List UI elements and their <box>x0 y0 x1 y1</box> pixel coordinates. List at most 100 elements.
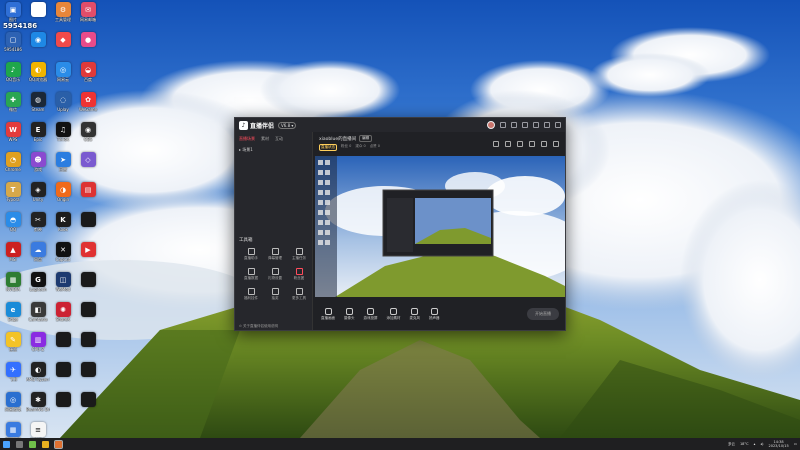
desktop-icon[interactable] <box>76 272 100 302</box>
user-avatar[interactable] <box>487 121 495 129</box>
go-live-button[interactable]: 开始直播 <box>527 308 559 320</box>
help-link[interactable]: ⊙ 关于直播伴侣使用说明 <box>239 324 278 329</box>
live-app-taskbar-icon[interactable] <box>54 439 63 449</box>
tab-scenes[interactable]: 直播场景 <box>239 136 255 142</box>
desktop-icon[interactable]: ♫ TikTok <box>51 122 75 152</box>
cart-icon[interactable] <box>517 141 523 147</box>
desktop-icon[interactable]: ◫ WeMod <box>51 272 75 302</box>
desktop-icon[interactable]: ◇ <box>76 152 100 182</box>
more-icon[interactable] <box>553 141 559 147</box>
tool-data[interactable]: 直播数据 <box>239 268 263 281</box>
desktop-icon[interactable]: ✺ ShareX <box>51 302 75 332</box>
desktop-icon[interactable]: ➤ 迅雷 <box>51 152 75 182</box>
edit-room-button[interactable]: 编辑 <box>359 135 373 142</box>
tool-gifts[interactable]: 礼物设置 <box>263 268 287 281</box>
desktop-icon[interactable]: ◉ <box>26 32 50 62</box>
desktop-icon[interactable]: ◧ Camtasia <box>26 302 50 332</box>
desktop-icon[interactable]: ◉ OBS <box>76 122 100 152</box>
desktop-icon[interactable] <box>76 332 100 362</box>
clock[interactable]: 14:38 2023/10/15 <box>769 440 789 448</box>
desktop-icon[interactable]: ▣ 图片 <box>1 2 25 32</box>
ctrl-screen[interactable]: 直播画面 <box>321 307 335 321</box>
tab-materials[interactable]: 素材 <box>261 136 269 142</box>
desktop-icon[interactable]: ♪ QQ音乐 <box>1 62 25 92</box>
app-title-bar[interactable]: ♪ 直播伴侣 V6.8 ▾ <box>235 118 565 132</box>
taskbar-app-icon[interactable] <box>29 440 36 448</box>
desktop-icon[interactable]: ◓ QQ <box>1 212 25 242</box>
desktop-icon[interactable]: e Edge <box>1 302 25 332</box>
desktop-icon[interactable] <box>51 362 75 392</box>
desktop-icon[interactable]: ☻ 游戏 <box>26 152 50 182</box>
desktop-icon[interactable]: G Logitech <box>26 272 50 302</box>
desktop-icon[interactable]: ◑ Origin <box>51 182 75 212</box>
desktop-icon[interactable]: ▤ <box>76 182 100 212</box>
settings-icon[interactable] <box>511 122 517 128</box>
tool-more[interactable]: 更多工具 <box>287 288 311 301</box>
desktop-icon[interactable]: ⚙ 工具管理 <box>51 2 75 32</box>
desktop-icon[interactable]: ▥ CPU-Z <box>26 332 50 362</box>
desktop-icon[interactable]: ● <box>76 32 100 62</box>
chart-icon[interactable] <box>529 141 535 147</box>
ctrl-add-material[interactable]: 添加素材 <box>387 307 401 321</box>
tool-danmaku[interactable]: 弹幕管理 <box>263 248 287 261</box>
ctrl-camera[interactable]: 摄像头 <box>344 307 355 321</box>
desktop-icon[interactable]: ☁ 网盘 <box>26 242 50 272</box>
tool-fans[interactable]: 粉丝团 <box>287 268 311 281</box>
network-icon[interactable]: ▴ <box>754 442 756 446</box>
gift-icon[interactable] <box>505 141 511 147</box>
desktop-icon[interactable]: ▲ MSI <box>1 242 25 272</box>
desktop-icon[interactable] <box>76 302 100 332</box>
desktop-icon[interactable]: ▶ <box>76 242 100 272</box>
desktop-icon[interactable]: ✉ 网易邮箱 <box>76 2 100 32</box>
desktop-icon[interactable] <box>51 332 75 362</box>
live-companion-window[interactable]: ♪ 直播伴侣 V6.8 ▾ 直播场景 素材 互动 ▸ 场景1 工具箱 直播助手 … <box>234 117 566 331</box>
desktop-icon[interactable]: ◐ QQ浏览器 <box>26 62 50 92</box>
weather-text[interactable]: 多云 <box>728 442 735 447</box>
desktop-icon[interactable]: ▦ NVIDIA <box>1 272 25 302</box>
desktop-icon[interactable]: ◆ <box>51 32 75 62</box>
desktop-icon[interactable]: E Epic <box>26 122 50 152</box>
desktop-icon[interactable] <box>51 392 75 422</box>
desktop-icon[interactable]: ✈ 飞书 <box>1 362 25 392</box>
minimize-icon[interactable] <box>533 122 539 128</box>
tool-widgets[interactable]: 福利挂件 <box>239 288 263 301</box>
desktop-icon[interactable]: ◌ Uplay <box>51 92 75 122</box>
ctrl-game-cast[interactable]: 游戏投屏 <box>364 307 378 321</box>
desktop-icon[interactable]: ◍ Steam <box>26 92 50 122</box>
desktop-icon[interactable]: K Kook <box>51 212 75 242</box>
tool-tasks[interactable]: 主播任务 <box>287 248 311 261</box>
desktop-icon[interactable]: ◎ 网易云 <box>51 62 75 92</box>
desktop-icon[interactable]: W WPS <box>1 122 25 152</box>
desktop-icon[interactable]: ▢ 5954186 <box>1 32 25 62</box>
search-icon[interactable] <box>16 440 23 448</box>
tool-lottery[interactable]: 抽奖 <box>263 288 287 301</box>
desktop-icon[interactable]: ◐AMD Ryzen Master <box>26 362 50 392</box>
tool-live-assistant[interactable]: 直播助手 <box>239 248 263 261</box>
desktop-icon[interactable] <box>76 392 100 422</box>
version-badge[interactable]: V6.8 ▾ <box>278 121 297 129</box>
tab-interact[interactable]: 互动 <box>275 136 283 142</box>
folder-icon[interactable] <box>42 440 49 448</box>
bell-icon[interactable] <box>541 141 547 147</box>
desktop-icon[interactable]: ◒ 百度 <box>76 62 100 92</box>
desktop-icon[interactable]: ◈ Unity <box>26 182 50 212</box>
desktop-icon[interactable]: ✕ CapCut <box>51 242 75 272</box>
live-preview[interactable] <box>315 156 565 297</box>
desktop-icon[interactable]: ✱BeamNG Drive <box>26 392 50 422</box>
menu-icon[interactable] <box>522 122 528 128</box>
desktop-icon[interactable]: ◔ Chrome <box>1 152 25 182</box>
close-icon[interactable] <box>555 122 561 128</box>
desktop-icon[interactable]: ✂ 剪映 <box>26 212 50 242</box>
maximize-icon[interactable] <box>544 122 550 128</box>
desktop-icon[interactable]: ◎ 网易游戏 <box>1 392 25 422</box>
share-icon[interactable] <box>493 141 499 147</box>
desktop-icon[interactable]: ✚ 微信 <box>1 92 25 122</box>
desktop-icon[interactable] <box>26 2 50 32</box>
desktop-icon[interactable]: T Typora <box>1 182 25 212</box>
ctrl-mic[interactable]: 麦克风 <box>410 307 420 321</box>
desktop-icon[interactable] <box>76 362 100 392</box>
scene-item[interactable]: ▸ 场景1 <box>235 144 312 156</box>
volume-icon[interactable]: ◂) <box>760 442 763 446</box>
start-icon[interactable] <box>3 440 10 448</box>
desktop-icon[interactable]: ✿ WeGame <box>76 92 100 122</box>
